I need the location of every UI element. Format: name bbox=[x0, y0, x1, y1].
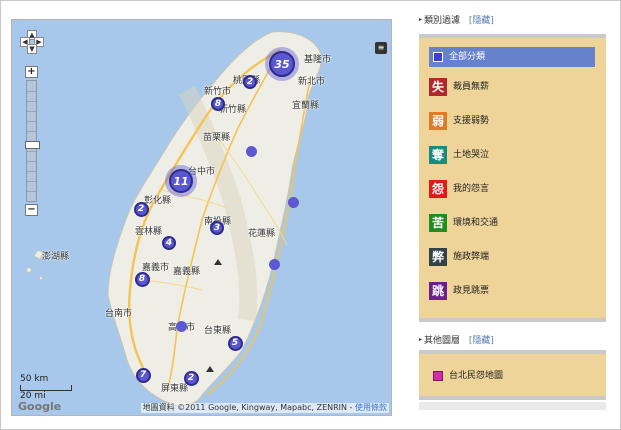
cluster-marker[interactable]: 4 bbox=[162, 236, 176, 250]
category-all-label: 全部分類 bbox=[449, 52, 486, 62]
zoom-slider-handle[interactable] bbox=[25, 141, 40, 149]
place-label: 嘉義縣 bbox=[173, 267, 201, 277]
place-label: 新北市 bbox=[298, 77, 326, 87]
place-label: 基隆市 bbox=[304, 55, 332, 65]
cluster-marker[interactable]: 35 bbox=[269, 51, 295, 77]
map-layers-icon[interactable]: ≡ bbox=[375, 42, 387, 54]
google-logo[interactable]: Google bbox=[18, 401, 61, 413]
category-item[interactable]: 跳政見跳票 bbox=[429, 280, 489, 302]
terms-link[interactable]: 使用條款 bbox=[355, 403, 387, 412]
cluster-marker[interactable]: 11 bbox=[169, 169, 193, 193]
category-label: 環境和交通 bbox=[453, 218, 499, 228]
place-label: 花蓮縣 bbox=[248, 229, 276, 239]
expand-arrow-icon: ▸ bbox=[419, 16, 423, 23]
zoom-slider[interactable] bbox=[25, 80, 40, 202]
category-label: 我的怨言 bbox=[453, 184, 490, 194]
category-all-swatch bbox=[433, 52, 443, 62]
layer-item-label: 台北民怨地圖 bbox=[449, 371, 504, 381]
report-marker[interactable] bbox=[175, 320, 187, 332]
category-label: 裁員無薪 bbox=[453, 82, 490, 92]
category-glyph-icon: 苦 bbox=[429, 214, 447, 232]
category-item[interactable]: 奪土地哭泣 bbox=[429, 144, 489, 166]
category-filter-box: 全部分類 失裁員無薪弱支援弱勢奪土地哭泣怨我的怨言苦環境和交通弊施政弊端跳政見跳… bbox=[419, 34, 606, 322]
category-item[interactable]: 怨我的怨言 bbox=[429, 178, 489, 200]
report-marker[interactable] bbox=[287, 196, 299, 208]
place-label: 苗栗縣 bbox=[203, 133, 231, 143]
cluster-marker[interactable]: 5 bbox=[227, 335, 243, 351]
category-panel-title: 類別過濾 bbox=[424, 16, 461, 26]
report-marker[interactable] bbox=[245, 145, 257, 157]
category-panel-header: ▸ 類別過濾 [隱藏] bbox=[419, 14, 494, 27]
place-label: 彰化縣 bbox=[144, 196, 172, 206]
report-marker[interactable] bbox=[268, 258, 280, 270]
category-glyph-icon: 跳 bbox=[429, 282, 447, 300]
place-label: 屏東縣 bbox=[161, 384, 189, 394]
scale-km-label: 50 km bbox=[20, 374, 49, 384]
category-glyph-icon: 失 bbox=[429, 78, 447, 96]
category-glyph-icon: 弊 bbox=[429, 248, 447, 266]
zoom-control[interactable]: + − bbox=[25, 66, 40, 216]
scale-bar: 50 km 20 mi bbox=[20, 374, 72, 401]
cluster-marker[interactable]: 3 bbox=[210, 221, 224, 235]
category-item[interactable]: 弱支援弱勢 bbox=[429, 110, 489, 132]
place-label: 澎湖縣 bbox=[42, 252, 70, 262]
pan-down-icon[interactable]: ▼ bbox=[27, 44, 37, 54]
expand-arrow-icon: ▸ bbox=[419, 336, 423, 343]
layer-panel-title: 其他圖層 bbox=[424, 336, 461, 346]
cluster-marker[interactable]: 2 bbox=[243, 75, 257, 89]
category-item[interactable]: 弊施政弊端 bbox=[429, 246, 489, 268]
cluster-marker[interactable]: 8 bbox=[211, 97, 225, 111]
place-label: 新竹市 bbox=[204, 87, 232, 97]
place-label: 台南市 bbox=[105, 309, 133, 319]
category-label: 政見跳票 bbox=[453, 286, 490, 296]
layer-hide-toggle[interactable]: [隱藏] bbox=[469, 336, 494, 346]
place-label: 嘉義市 bbox=[142, 263, 170, 273]
cluster-marker[interactable]: 8 bbox=[134, 271, 150, 287]
cluster-marker[interactable]: 2 bbox=[133, 201, 149, 217]
category-glyph-icon: 奪 bbox=[429, 146, 447, 164]
category-item[interactable]: 失裁員無薪 bbox=[429, 76, 489, 98]
layer-swatch bbox=[433, 371, 443, 381]
zoom-in-button[interactable]: + bbox=[25, 66, 38, 78]
map-attribution: 地圖資料 ©2011 Google, Kingway, Mapabc, ZENR… bbox=[140, 403, 389, 413]
layer-item-taipei[interactable]: 台北民怨地圖 bbox=[433, 370, 503, 382]
taiwan-island bbox=[25, 31, 322, 406]
category-label: 施政弊端 bbox=[453, 252, 490, 262]
zoom-out-button[interactable]: − bbox=[25, 204, 38, 216]
place-label: 台東縣 bbox=[204, 326, 232, 336]
panel-footer-strip bbox=[419, 402, 606, 410]
place-label: 雲林縣 bbox=[135, 227, 163, 237]
category-glyph-icon: 怨 bbox=[429, 180, 447, 198]
map-canvas[interactable]: ▲ ◀ ▶ ▼ + − ≡ 基隆市新北市桃園縣新竹市新竹縣宜蘭縣苗栗縣台中市彰化… bbox=[11, 19, 392, 416]
cluster-marker[interactable]: 7 bbox=[135, 367, 151, 383]
category-label: 土地哭泣 bbox=[453, 150, 490, 160]
cluster-marker[interactable]: 2 bbox=[183, 370, 199, 386]
category-glyph-icon: 弱 bbox=[429, 112, 447, 130]
category-label: 支援弱勢 bbox=[453, 116, 490, 126]
layer-panel-header: ▸ 其他圖層 [隱藏] bbox=[419, 334, 494, 347]
place-label: 宜蘭縣 bbox=[292, 101, 320, 111]
layer-box: 台北民怨地圖 bbox=[419, 350, 606, 400]
category-hide-toggle[interactable]: [隱藏] bbox=[469, 16, 494, 26]
category-item[interactable]: 苦環境和交通 bbox=[429, 212, 498, 234]
category-all[interactable]: 全部分類 bbox=[429, 47, 595, 67]
pan-control[interactable]: ▲ ◀ ▶ ▼ bbox=[20, 30, 44, 54]
